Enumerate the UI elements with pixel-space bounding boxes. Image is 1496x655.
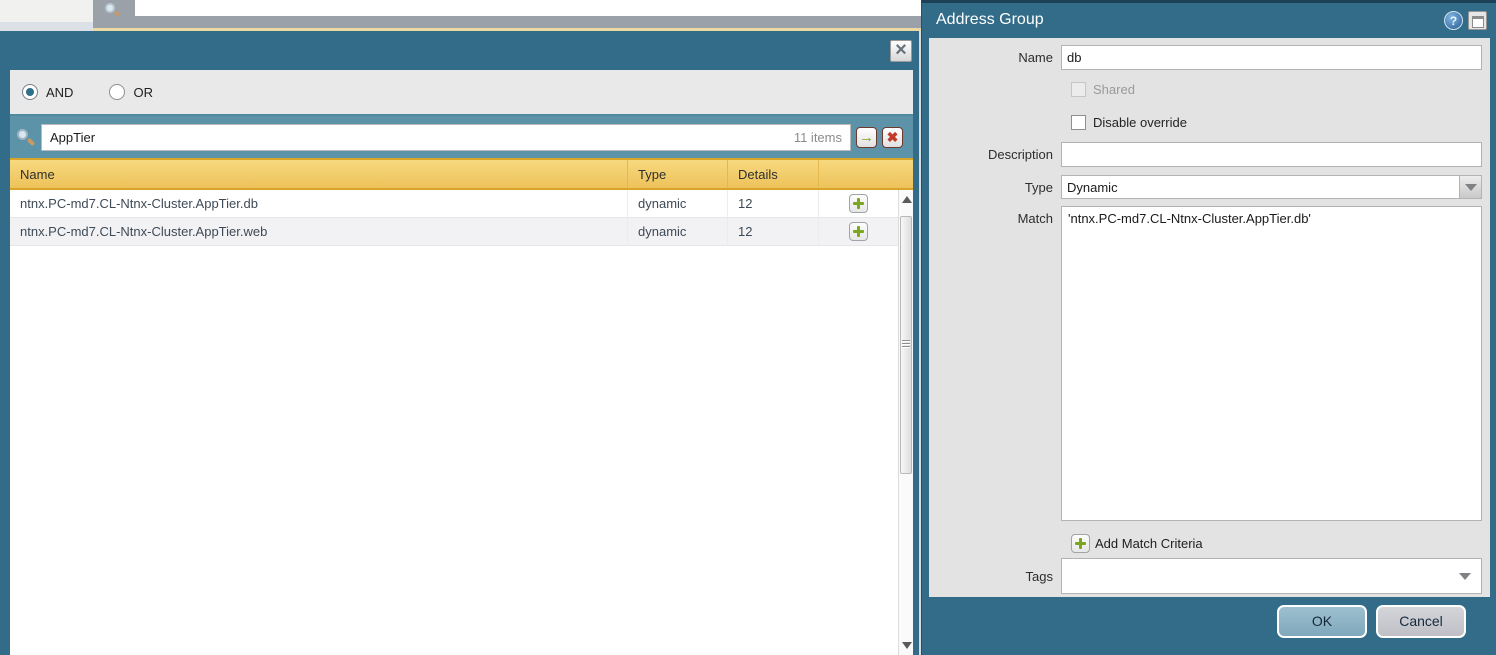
search-input[interactable]: AppTier 11 items (41, 124, 851, 151)
add-match-criteria-button[interactable]: Add Match Criteria (1071, 534, 1203, 553)
row-name-cell: ntnx.PC-md7.CL-Ntnx-Cluster.AppTier.db (10, 190, 627, 217)
dialog-title: Address Group (936, 11, 1044, 29)
add-row-button[interactable] (849, 222, 868, 241)
plus-icon (1071, 534, 1090, 553)
and-radio-group[interactable]: AND (22, 84, 73, 100)
tags-field[interactable] (1061, 558, 1482, 594)
address-group-titlebar: Address Group ? (922, 0, 1496, 38)
match-criteria-content: AND OR AppTier 11 items → (10, 70, 913, 655)
vertical-scrollbar[interactable] (898, 190, 913, 655)
type-label: Type (929, 180, 1061, 195)
clear-search-button[interactable]: ✖ (882, 127, 903, 148)
column-header-details[interactable]: Details (727, 160, 818, 188)
or-radio-group[interactable]: OR (109, 84, 153, 100)
row-type-cell: dynamic (627, 218, 727, 245)
close-icon[interactable]: × (890, 40, 912, 62)
match-field[interactable]: 'ntnx.PC-md7.CL-Ntnx-Cluster.AppTier.db' (1061, 206, 1482, 521)
row-type-cell: dynamic (627, 190, 727, 217)
or-radio[interactable] (109, 84, 125, 100)
screen: × AND OR AppTier 11 items (0, 0, 1496, 655)
search-icon (105, 3, 119, 17)
apply-search-button[interactable]: → (856, 127, 877, 148)
background-toolbar-segment (0, 0, 93, 22)
tags-label: Tags (929, 569, 1061, 584)
plus-icon (853, 198, 864, 209)
row-action-cell (818, 218, 898, 245)
scrollbar-grip (902, 340, 910, 349)
and-radio[interactable] (22, 84, 38, 100)
window-restore-icon[interactable] (1468, 11, 1487, 30)
background-toolbar-segment (0, 22, 93, 31)
name-label: Name (929, 50, 1061, 65)
plus-icon (853, 226, 864, 237)
type-dropdown-value: Dynamic (1067, 180, 1118, 195)
name-field[interactable] (1061, 45, 1482, 70)
chevron-down-icon (1465, 184, 1477, 191)
match-label: Match (929, 206, 1061, 226)
background-strip (135, 16, 921, 28)
items-count: 11 items (794, 130, 842, 145)
table-header: Name Type Details (10, 158, 913, 190)
description-field[interactable] (1061, 142, 1482, 167)
logic-operator-bar: AND OR (10, 70, 913, 116)
shared-label: Shared (1093, 82, 1135, 97)
search-tab[interactable] (93, 0, 135, 28)
add-match-criteria-label: Add Match Criteria (1095, 536, 1203, 551)
chevron-down-icon (1459, 573, 1471, 580)
column-header-type[interactable]: Type (627, 160, 727, 188)
disable-override-label: Disable override (1093, 115, 1187, 130)
table-row[interactable]: ntnx.PC-md7.CL-Ntnx-Cluster.AppTier.db d… (10, 190, 913, 218)
scrollbar-thumb[interactable] (900, 216, 912, 474)
search-icon (16, 127, 36, 147)
scroll-up-icon[interactable] (902, 196, 912, 203)
address-group-form: Name Shared Disable override Description (929, 38, 1490, 597)
address-group-dialog: Address Group ? Name Shared Disable over… (921, 0, 1496, 655)
row-details-cell: 12 (727, 190, 818, 217)
column-header-name[interactable]: Name (10, 160, 627, 188)
match-criteria-dialog: × AND OR AppTier 11 items (0, 31, 921, 655)
cancel-button[interactable]: Cancel (1376, 605, 1466, 638)
clear-icon: ✖ (887, 130, 899, 144)
ok-button[interactable]: OK (1277, 605, 1367, 638)
background-strip (135, 0, 921, 16)
disable-override-checkbox[interactable] (1071, 115, 1086, 130)
dialog-footer: OK Cancel (922, 597, 1496, 655)
type-dropdown[interactable]: Dynamic (1061, 175, 1482, 199)
search-bar: AppTier 11 items → ✖ (10, 116, 913, 158)
and-radio-label: AND (46, 85, 73, 100)
row-action-cell (818, 190, 898, 217)
or-radio-label: OR (133, 85, 153, 100)
search-input-value: AppTier (50, 130, 794, 145)
column-header-action (818, 160, 913, 188)
row-name-cell: ntnx.PC-md7.CL-Ntnx-Cluster.AppTier.web (10, 218, 627, 245)
background-window-topbar (0, 0, 921, 31)
add-row-button[interactable] (849, 194, 868, 213)
dropdown-button[interactable] (1459, 176, 1481, 198)
arrow-right-icon: → (859, 130, 874, 145)
description-label: Description (929, 147, 1061, 162)
help-icon[interactable]: ? (1444, 11, 1463, 30)
table-row[interactable]: ntnx.PC-md7.CL-Ntnx-Cluster.AppTier.web … (10, 218, 913, 246)
shared-checkbox (1071, 82, 1086, 97)
row-details-cell: 12 (727, 218, 818, 245)
scroll-down-icon[interactable] (902, 642, 912, 649)
